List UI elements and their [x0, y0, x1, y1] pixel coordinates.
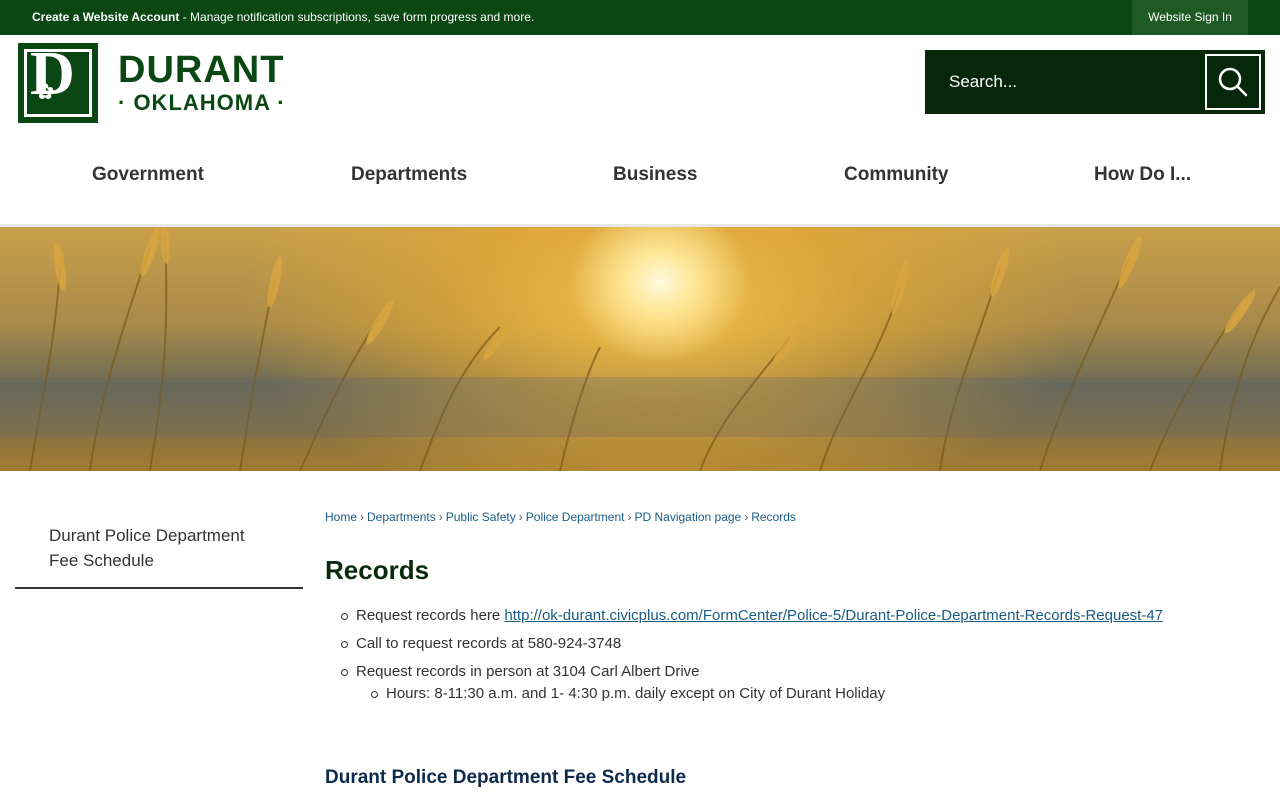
nav-government[interactable]: Government [92, 164, 204, 186]
logo-state-name: · OKLAHOMA · [118, 90, 286, 115]
list-subitem-hours: Hours: 8-11:30 a.m. and 1- 4:30 p.m. dai… [370, 683, 1193, 707]
list-item: Call to request records at 580-924-3748 [340, 633, 1163, 661]
magnolia-flower-icon: ✿ [36, 79, 55, 104]
breadcrumb-police-department[interactable]: Police Department [526, 510, 625, 524]
nav-how-do-i[interactable]: How Do I... [1094, 164, 1191, 186]
sidebar-divider [15, 587, 303, 589]
create-account-link[interactable]: Create a Website Account [32, 10, 179, 24]
breadcrumb-departments[interactable]: Departments [367, 510, 436, 524]
breadcrumb-home[interactable]: Home [325, 510, 357, 524]
site-search [925, 50, 1265, 114]
search-icon [1218, 67, 1248, 97]
logo-city-name: DURANT [118, 49, 285, 91]
search-button[interactable] [1205, 54, 1261, 110]
website-sign-in-button[interactable]: Website Sign In [1132, 0, 1248, 35]
records-request-link[interactable]: http://ok-durant.civicplus.com/FormCente… [504, 607, 1163, 624]
records-info-list: Request records here http://ok-durant.ci… [340, 605, 1163, 713]
breadcrumb-public-safety[interactable]: Public Safety [446, 510, 516, 524]
top-bar: Create a Website Account - Manage notifi… [0, 0, 1280, 35]
site-logo[interactable]: D ✿ DURANT · OKLAHOMA · [18, 40, 324, 123]
page-title: Records [325, 555, 430, 585]
breadcrumb-pd-navigation[interactable]: PD Navigation page [634, 510, 741, 524]
section-title-fee-schedule: Durant Police Department Fee Schedule [325, 767, 687, 788]
list-item: Request records here http://ok-durant.ci… [340, 605, 1163, 633]
nav-business[interactable]: Business [613, 164, 697, 186]
account-message: Create a Website Account - Manage notifi… [32, 10, 534, 24]
nav-departments[interactable]: Departments [351, 164, 467, 186]
logo-emblem: D ✿ [18, 40, 98, 123]
breadcrumb-records[interactable]: Records [751, 510, 796, 524]
main-navigation: Government Departments Business Communit… [0, 150, 1280, 202]
breadcrumb: Home › Departments › Public Safety › Police De… [325, 510, 796, 524]
account-description: - Manage notification subscriptions, sav… [179, 10, 535, 24]
sidebar-link-fee-schedule[interactable]: Durant Police Department Fee Schedule [49, 523, 269, 573]
hero-banner-image [0, 227, 1280, 471]
nav-community[interactable]: Community [844, 164, 949, 186]
search-input[interactable] [925, 50, 1201, 114]
